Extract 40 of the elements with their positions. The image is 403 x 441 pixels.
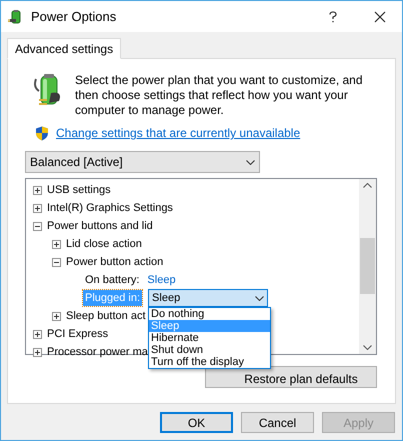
expand-icon[interactable] — [33, 330, 42, 338]
dialog-button[interactable]: Cancel — [241, 412, 314, 433]
expand-icon[interactable] — [33, 348, 42, 356]
plan-dropdown[interactable]: Balanced [Active] — [25, 151, 260, 173]
tree-item[interactable]: PCI Express — [47, 326, 108, 342]
tree-item[interactable]: Sleep button act — [66, 308, 146, 324]
tree-item[interactable]: Power button action — [66, 254, 164, 270]
setting-value-link[interactable]: Sleep — [147, 272, 176, 288]
collapse-icon[interactable] — [33, 222, 42, 230]
dropdown-option[interactable]: Do nothing — [149, 308, 270, 320]
tab[interactable]: Advanced settings — [7, 38, 122, 59]
expand-icon[interactable] — [33, 204, 42, 212]
shield-icon — [35, 126, 49, 140]
tree-item[interactable]: Processor power ma — [47, 344, 148, 360]
dropdown-option[interactable]: Shut down — [149, 344, 270, 356]
scrollbar[interactable] — [359, 179, 376, 354]
chevron-up-icon[interactable] — [363, 183, 372, 188]
tree-item[interactable]: Lid close action — [66, 236, 142, 252]
value-dropdown[interactable]: Sleep — [148, 289, 268, 307]
chevron-down-icon — [255, 296, 264, 300]
expand-icon[interactable] — [33, 186, 42, 194]
expand-icon[interactable] — [52, 312, 61, 320]
dropdown-option[interactable]: Hibernate — [149, 332, 270, 344]
chevron-down-icon[interactable] — [363, 345, 372, 350]
tree-item[interactable]: Intel(R) Graphics Settings — [47, 200, 173, 216]
tree-item[interactable]: USB settings — [47, 182, 111, 198]
description-text: Select the power plan that you want to customize, and then choose settings that reflect how you want your computer to manage power. — [75, 73, 364, 118]
window-title: Power Options — [31, 8, 116, 26]
restore-defaults-button[interactable]: Restore plan defaults — [205, 366, 377, 388]
chevron-down-icon — [246, 160, 255, 164]
dropdown-option[interactable]: Turn off the display — [149, 356, 270, 368]
setting-label[interactable]: On battery: — [83, 272, 142, 288]
close-icon[interactable] — [374, 10, 386, 22]
help-icon[interactable] — [328, 10, 338, 22]
collapse-icon[interactable] — [52, 258, 61, 266]
expand-icon[interactable] — [52, 240, 61, 248]
dialog-button[interactable]: OK — [160, 412, 233, 433]
settings-link[interactable]: Change settings that are currently unavailable — [56, 124, 300, 142]
scroll-thumb[interactable] — [360, 238, 375, 294]
tree-item[interactable]: Power buttons and lid — [47, 218, 153, 234]
